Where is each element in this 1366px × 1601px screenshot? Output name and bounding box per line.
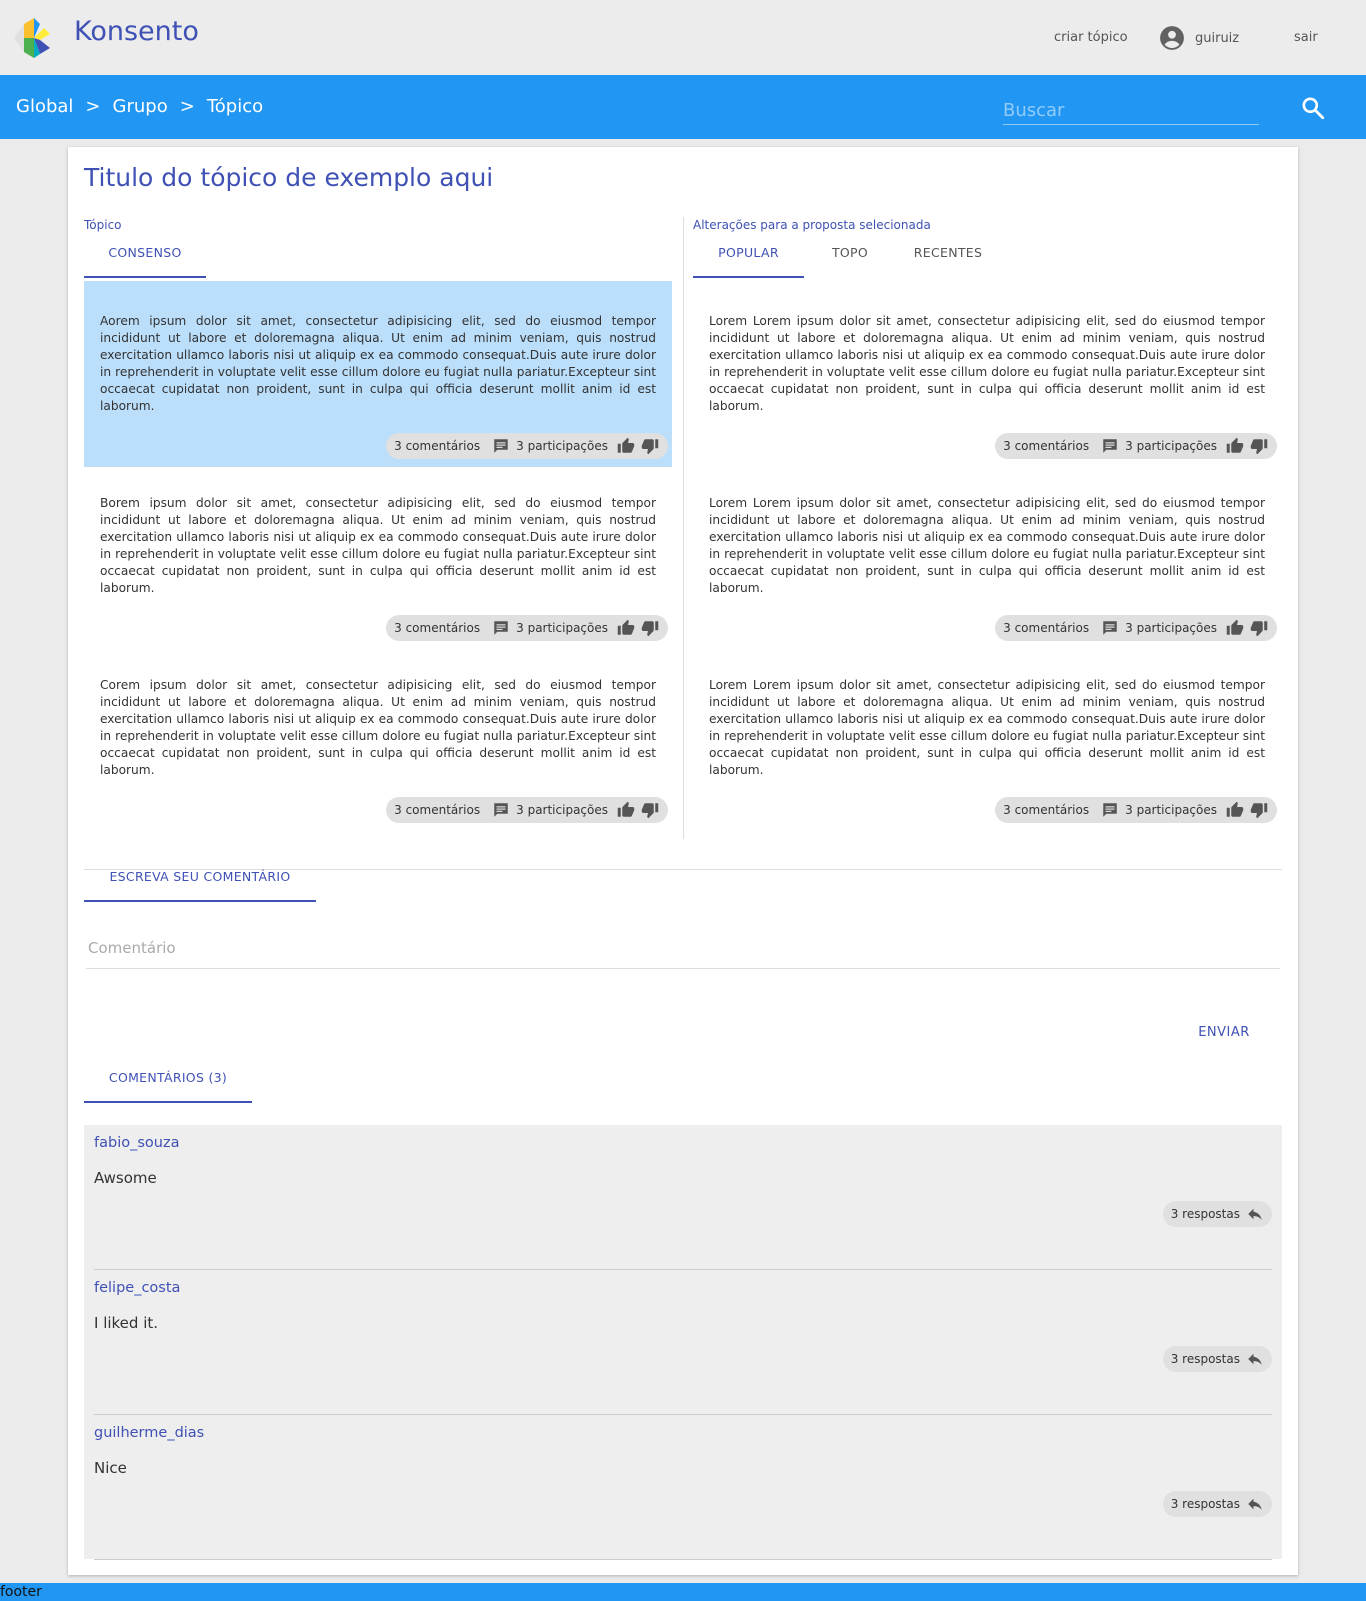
reply-icon [1248, 1498, 1262, 1510]
comments-count[interactable]: 3 comentários [1003, 803, 1089, 817]
proposal-card-selected[interactable]: Aorem ipsum dolor sit amet, consectetur … [84, 281, 672, 467]
comment-text: Nice [94, 1459, 127, 1477]
thumb-down-icon[interactable] [1249, 437, 1269, 455]
proposal-text: Corem ipsum dolor sit amet, consectetur … [100, 678, 656, 777]
tab-top[interactable]: TOPO [808, 238, 892, 278]
comment-item: guilherme_dias Nice 3 respostas [94, 1415, 1272, 1560]
replies-button[interactable]: 3 respostas [1162, 1346, 1272, 1372]
tab-write-comment[interactable]: ESCREVA SEU COMENTÁRIO [84, 862, 316, 902]
proposal-card[interactable]: Corem ipsum dolor sit amet, consectetur … [84, 645, 672, 831]
search-input[interactable] [1003, 97, 1259, 125]
proposal-text: Lorem Lorem ipsum dolor sit amet, consec… [709, 314, 1265, 413]
thumb-up-icon[interactable] [616, 619, 636, 637]
proposal-text: Lorem Lorem ipsum dolor sit amet, consec… [709, 678, 1265, 777]
comment-icon [1103, 621, 1117, 635]
change-proposal-card[interactable]: Lorem Lorem ipsum dolor sit amet, consec… [693, 281, 1281, 467]
breadcrumb-separator: > [179, 96, 195, 117]
thumb-down-icon[interactable] [1249, 801, 1269, 819]
participations-count[interactable]: 3 participações [1125, 803, 1217, 817]
thumb-up-icon[interactable] [616, 801, 636, 819]
user-menu[interactable]: guiruiz [1159, 25, 1239, 51]
thumb-up-icon[interactable] [1225, 437, 1245, 455]
reply-icon [1248, 1353, 1262, 1365]
comment-icon [494, 439, 508, 453]
column-divider [683, 217, 684, 839]
logout-link[interactable]: sair [1294, 30, 1318, 45]
comment-icon [1103, 439, 1117, 453]
comment-text: Awsome [94, 1169, 157, 1187]
comment-field[interactable] [86, 927, 1280, 969]
breadcrumb-separator: > [85, 96, 101, 117]
comment-icon [494, 621, 508, 635]
proposal-card[interactable]: Borem ipsum dolor sit amet, consectetur … [84, 463, 672, 649]
replies-count: 3 respostas [1170, 1207, 1240, 1221]
participations-count[interactable]: 3 participações [516, 803, 608, 817]
thumb-down-icon[interactable] [1249, 619, 1269, 637]
topic-card: Titulo do tópico de exemplo aqui Tópico … [68, 147, 1298, 1575]
tab-recent[interactable]: RECENTES [898, 238, 998, 278]
breadcrumb: Global > Grupo > Tópico [16, 96, 263, 117]
breadcrumb-group[interactable]: Grupo [113, 96, 168, 117]
comments-count[interactable]: 3 comentários [394, 803, 480, 817]
thumb-down-icon[interactable] [640, 619, 660, 637]
thumb-up-icon[interactable] [1225, 801, 1245, 819]
footer-text: footer [0, 1584, 42, 1600]
comment-text: I liked it. [94, 1314, 159, 1332]
footer: footer [0, 1583, 1366, 1601]
change-proposal-card[interactable]: Lorem Lorem ipsum dolor sit amet, consec… [693, 645, 1281, 831]
replies-button[interactable]: 3 respostas [1162, 1201, 1272, 1227]
top-header: Konsento criar tópico guiruiz sair [0, 0, 1366, 75]
comments-count[interactable]: 3 comentários [394, 621, 480, 635]
comment-author[interactable]: guilherme_dias [94, 1425, 204, 1441]
tab-popular[interactable]: POPULAR [693, 238, 804, 278]
proposal-text: Aorem ipsum dolor sit amet, consectetur … [100, 314, 656, 413]
comment-icon [494, 803, 508, 817]
replies-count: 3 respostas [1170, 1352, 1240, 1366]
replies-count: 3 respostas [1170, 1497, 1240, 1511]
breadcrumb-topic[interactable]: Tópico [207, 96, 263, 117]
breadcrumb-bar: Global > Grupo > Tópico [0, 75, 1366, 139]
search-icon[interactable] [1300, 95, 1326, 121]
tab-comments[interactable]: COMENTÁRIOS (3) [84, 1063, 252, 1103]
comment-item: felipe_costa I liked it. 3 respostas [94, 1270, 1272, 1415]
proposal-stats: 3 comentários 3 participações [995, 797, 1277, 823]
comment-author[interactable]: felipe_costa [94, 1280, 180, 1296]
participations-count[interactable]: 3 participações [1125, 439, 1217, 453]
proposal-text: Lorem Lorem ipsum dolor sit amet, consec… [709, 496, 1265, 595]
send-button[interactable]: ENVIAR [1184, 1017, 1264, 1047]
comments-count[interactable]: 3 comentários [1003, 439, 1089, 453]
participations-count[interactable]: 3 participações [1125, 621, 1217, 635]
tab-consensus[interactable]: CONSENSO [84, 238, 206, 278]
change-proposal-card[interactable]: Lorem Lorem ipsum dolor sit amet, consec… [693, 463, 1281, 649]
comment-author[interactable]: fabio_souza [94, 1135, 179, 1151]
breadcrumb-global[interactable]: Global [16, 96, 73, 117]
thumb-up-icon[interactable] [616, 437, 636, 455]
proposal-stats: 3 comentários 3 participações [386, 797, 668, 823]
thumb-down-icon[interactable] [640, 801, 660, 819]
changes-label: Alterações para a proposta selecionada [693, 218, 931, 232]
proposal-stats: 3 comentários 3 participações [995, 433, 1277, 459]
comments-list: fabio_souza Awsome 3 respostas felipe_co… [84, 1125, 1282, 1560]
comments-count[interactable]: 3 comentários [394, 439, 480, 453]
create-topic-link[interactable]: criar tópico [1054, 30, 1128, 45]
page-title: Titulo do tópico de exemplo aqui [84, 163, 494, 192]
konsento-logo[interactable] [10, 14, 58, 62]
comment-icon [1103, 803, 1117, 817]
username: guiruiz [1195, 30, 1240, 46]
proposal-stats: 3 comentários 3 participações [386, 615, 668, 641]
proposal-stats: 3 comentários 3 participações [995, 615, 1277, 641]
thumb-up-icon[interactable] [1225, 619, 1245, 637]
account-circle-icon [1160, 26, 1184, 50]
proposal-stats: 3 comentários 3 participações [386, 433, 668, 459]
comments-count[interactable]: 3 comentários [1003, 621, 1089, 635]
reply-icon [1248, 1208, 1262, 1220]
participations-count[interactable]: 3 participações [516, 439, 608, 453]
participations-count[interactable]: 3 participações [516, 621, 608, 635]
replies-button[interactable]: 3 respostas [1162, 1491, 1272, 1517]
proposal-text: Borem ipsum dolor sit amet, consectetur … [100, 496, 656, 595]
brand-name[interactable]: Konsento [74, 16, 199, 47]
topic-label: Tópico [84, 218, 122, 232]
thumb-down-icon[interactable] [640, 437, 660, 455]
comment-item: fabio_souza Awsome 3 respostas [94, 1125, 1272, 1270]
